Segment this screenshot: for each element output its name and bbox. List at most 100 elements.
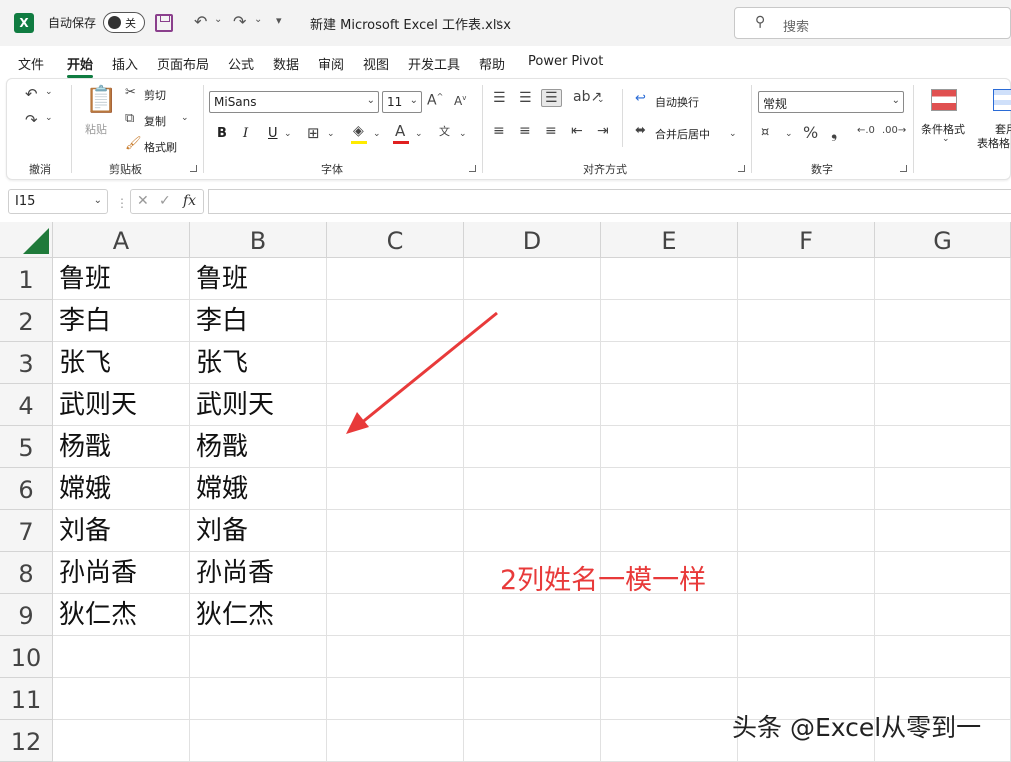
cell[interactable] bbox=[875, 468, 1011, 510]
cell[interactable]: 杨戬 bbox=[53, 426, 190, 468]
search-box[interactable]: ⚲ 搜索 bbox=[734, 7, 1011, 39]
cell[interactable]: 李白 bbox=[53, 300, 190, 342]
alignment-launcher-icon[interactable] bbox=[738, 165, 745, 172]
cell[interactable]: 嫦娥 bbox=[53, 468, 190, 510]
clipboard-launcher-icon[interactable] bbox=[190, 165, 197, 172]
cancel-icon[interactable]: ✕ bbox=[137, 193, 149, 209]
cell[interactable] bbox=[601, 384, 738, 426]
formula-input[interactable] bbox=[208, 189, 1011, 214]
merge-center-label[interactable]: 合并后居中 bbox=[655, 126, 710, 142]
row-header[interactable]: 4 bbox=[0, 384, 53, 426]
number-launcher-icon[interactable] bbox=[900, 165, 907, 172]
row-header[interactable]: 6 bbox=[0, 468, 53, 510]
cell[interactable] bbox=[738, 510, 875, 552]
format-as-table-label-2[interactable]: 表格格 bbox=[977, 135, 1010, 151]
phonetic-dropdown-icon[interactable]: ⌄ bbox=[459, 129, 467, 139]
cell[interactable] bbox=[464, 342, 601, 384]
merge-dropdown-icon[interactable]: ⌄ bbox=[729, 129, 737, 139]
row-header[interactable]: 2 bbox=[0, 300, 53, 342]
cell[interactable] bbox=[875, 594, 1011, 636]
cell[interactable] bbox=[738, 300, 875, 342]
cell[interactable] bbox=[464, 300, 601, 342]
merge-center-icon[interactable]: ⬌ bbox=[635, 123, 646, 138]
redo-icon[interactable]: ↷ bbox=[25, 111, 38, 129]
select-all-corner[interactable] bbox=[0, 222, 53, 258]
cell[interactable] bbox=[327, 468, 464, 510]
title-dropdown-icon[interactable]: ⌄ bbox=[494, 13, 503, 26]
cell[interactable] bbox=[601, 342, 738, 384]
align-right-icon[interactable]: ≡ bbox=[545, 123, 557, 139]
copy-label[interactable]: 复制 bbox=[144, 113, 166, 129]
align-middle-icon[interactable]: ☰ bbox=[519, 90, 532, 106]
italic-button[interactable]: I bbox=[243, 126, 248, 141]
cell[interactable]: 鲁班 bbox=[53, 258, 190, 300]
cell[interactable] bbox=[464, 258, 601, 300]
cell[interactable] bbox=[875, 636, 1011, 678]
cell[interactable] bbox=[464, 720, 601, 762]
tab-power-pivot[interactable]: Power Pivot bbox=[528, 54, 603, 69]
tab-formulas[interactable]: 公式 bbox=[228, 54, 254, 73]
wrap-text-label[interactable]: 自动换行 bbox=[655, 94, 699, 110]
cell[interactable] bbox=[464, 384, 601, 426]
column-header-g[interactable]: G bbox=[875, 222, 1011, 258]
cell[interactable] bbox=[190, 678, 327, 720]
cell[interactable]: 狄仁杰 bbox=[190, 594, 327, 636]
decrease-indent-icon[interactable]: ⇤ bbox=[571, 123, 583, 139]
tab-insert[interactable]: 插入 bbox=[112, 54, 138, 73]
cell[interactable] bbox=[327, 636, 464, 678]
cell[interactable] bbox=[601, 678, 738, 720]
undo-dropdown-icon[interactable]: ⌄ bbox=[45, 87, 53, 97]
cell[interactable] bbox=[601, 636, 738, 678]
decrease-font-icon[interactable]: Av bbox=[454, 94, 466, 108]
cell[interactable] bbox=[875, 552, 1011, 594]
row-header[interactable]: 10 bbox=[0, 636, 53, 678]
align-left-icon[interactable]: ≡ bbox=[493, 123, 505, 139]
font-launcher-icon[interactable] bbox=[469, 165, 476, 172]
cell[interactable] bbox=[738, 384, 875, 426]
cell[interactable] bbox=[875, 510, 1011, 552]
bold-button[interactable]: B bbox=[217, 126, 227, 141]
cell[interactable]: 李白 bbox=[190, 300, 327, 342]
underline-dropdown-icon[interactable]: ⌄ bbox=[284, 129, 292, 139]
cell[interactable]: 狄仁杰 bbox=[53, 594, 190, 636]
conditional-format-icon[interactable] bbox=[931, 89, 957, 111]
tab-review[interactable]: 审阅 bbox=[318, 54, 344, 73]
document-title[interactable]: 新建 Microsoft Excel 工作表.xlsx bbox=[310, 14, 511, 33]
cell[interactable] bbox=[327, 594, 464, 636]
cell[interactable]: 嫦娥 bbox=[190, 468, 327, 510]
cell[interactable]: 张飞 bbox=[53, 342, 190, 384]
formula-bar-splitter[interactable]: ⋮ bbox=[116, 196, 128, 210]
redo-dropdown-icon[interactable]: ⌄ bbox=[45, 113, 53, 123]
cell[interactable] bbox=[875, 258, 1011, 300]
cell[interactable] bbox=[738, 258, 875, 300]
cell[interactable] bbox=[327, 552, 464, 594]
cell[interactable] bbox=[601, 720, 738, 762]
cell[interactable] bbox=[601, 258, 738, 300]
tab-data[interactable]: 数据 bbox=[273, 54, 299, 73]
tab-view[interactable]: 视图 bbox=[363, 54, 389, 73]
tab-home[interactable]: 开始 bbox=[67, 54, 94, 78]
cell[interactable] bbox=[53, 678, 190, 720]
cell[interactable] bbox=[327, 342, 464, 384]
cell[interactable] bbox=[464, 468, 601, 510]
tab-developer[interactable]: 开发工具 bbox=[408, 54, 460, 73]
enter-icon[interactable]: ✓ bbox=[159, 193, 171, 209]
insert-function-icon[interactable]: fx bbox=[183, 193, 196, 209]
cell[interactable]: 鲁班 bbox=[190, 258, 327, 300]
cell[interactable] bbox=[464, 510, 601, 552]
phonetic-icon[interactable]: 文 bbox=[439, 123, 450, 139]
cell[interactable] bbox=[738, 426, 875, 468]
wrap-text-icon[interactable]: ↩ bbox=[635, 91, 646, 106]
cell[interactable] bbox=[875, 342, 1011, 384]
cell[interactable] bbox=[327, 510, 464, 552]
border-icon[interactable]: ⊞ bbox=[307, 124, 320, 142]
tab-file[interactable]: 文件 bbox=[18, 54, 44, 73]
column-header-f[interactable]: F bbox=[738, 222, 875, 258]
cell[interactable] bbox=[53, 720, 190, 762]
cut-label[interactable]: 剪切 bbox=[144, 87, 166, 103]
align-center-icon[interactable]: ≡ bbox=[519, 123, 531, 139]
tab-page-layout[interactable]: 页面布局 bbox=[157, 54, 209, 73]
fill-color-icon[interactable]: ◈ bbox=[353, 123, 364, 139]
column-header-b[interactable]: B bbox=[190, 222, 327, 258]
font-size-select[interactable]: 11 ⌄ bbox=[382, 91, 422, 113]
